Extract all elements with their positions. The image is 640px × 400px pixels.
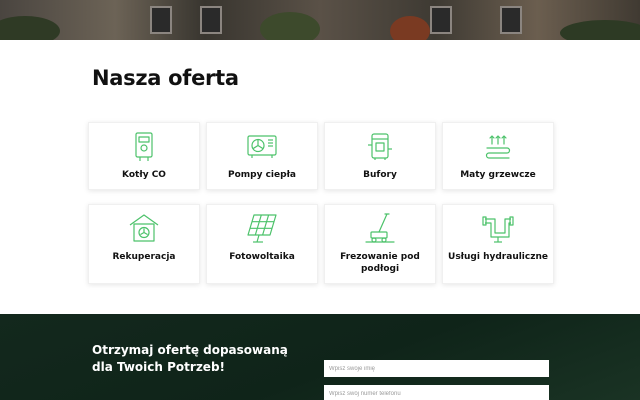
boiler-icon — [135, 132, 153, 161]
hero-shrub — [560, 20, 640, 40]
name-input[interactable] — [324, 360, 549, 377]
hero-window — [150, 6, 172, 34]
heating-mat-icon — [485, 135, 511, 159]
offer-card-floor-milling[interactable]: Frezowanie pod podłogi — [324, 204, 436, 284]
cta-section: Otrzymaj ofertę dopasowaną dla Twoich Po… — [0, 314, 640, 400]
hero-shrub — [260, 12, 320, 40]
solar-panel-icon — [247, 214, 277, 243]
page: Nasza oferta Kotły CO Pompy ciepła Bufor… — [0, 0, 640, 400]
heat-pump-icon — [247, 135, 277, 158]
hero-window — [500, 6, 522, 34]
hero-image — [0, 0, 640, 40]
plumbing-pipe-icon — [482, 216, 514, 243]
section-title: Nasza oferta — [92, 66, 239, 90]
offer-card-label: Rekuperacja — [112, 252, 176, 262]
offer-card-label: Pompy ciepła — [228, 170, 296, 180]
offer-card-label: Maty grzewcze — [460, 170, 536, 180]
offer-card-buffers[interactable]: Bufory — [324, 122, 436, 190]
offer-card-label: Usługi hydrauliczne — [448, 252, 548, 262]
offer-card-heat-pumps[interactable]: Pompy ciepła — [206, 122, 318, 190]
offer-card-photovoltaics[interactable]: Fotowoltaika — [206, 204, 318, 284]
cta-title: Otrzymaj ofertę dopasowaną dla Twoich Po… — [92, 343, 288, 374]
offer-card-label: Kotły CO — [122, 170, 166, 180]
offer-card-label: Fotowoltaika — [229, 252, 295, 262]
offer-card-label: Frezowanie pod podłogi — [340, 252, 420, 274]
offer-grid: Kotły CO Pompy ciepła Bufory Maty grzewc… — [88, 122, 554, 284]
hero-window — [200, 6, 222, 34]
offer-card-recuperation[interactable]: Rekuperacja — [88, 204, 200, 284]
floor-milling-icon — [365, 213, 395, 243]
buffer-tank-icon — [368, 133, 392, 160]
offer-card-heating-mats[interactable]: Maty grzewcze — [442, 122, 554, 190]
recuperation-icon — [129, 214, 159, 242]
offer-card-boilers[interactable]: Kotły CO — [88, 122, 200, 190]
hero-shrub — [0, 16, 60, 40]
hero-shrub — [390, 16, 430, 40]
hero-window — [430, 6, 452, 34]
phone-input[interactable] — [324, 385, 549, 400]
offer-card-plumbing[interactable]: Usługi hydrauliczne — [442, 204, 554, 284]
offer-card-label: Bufory — [363, 170, 397, 180]
